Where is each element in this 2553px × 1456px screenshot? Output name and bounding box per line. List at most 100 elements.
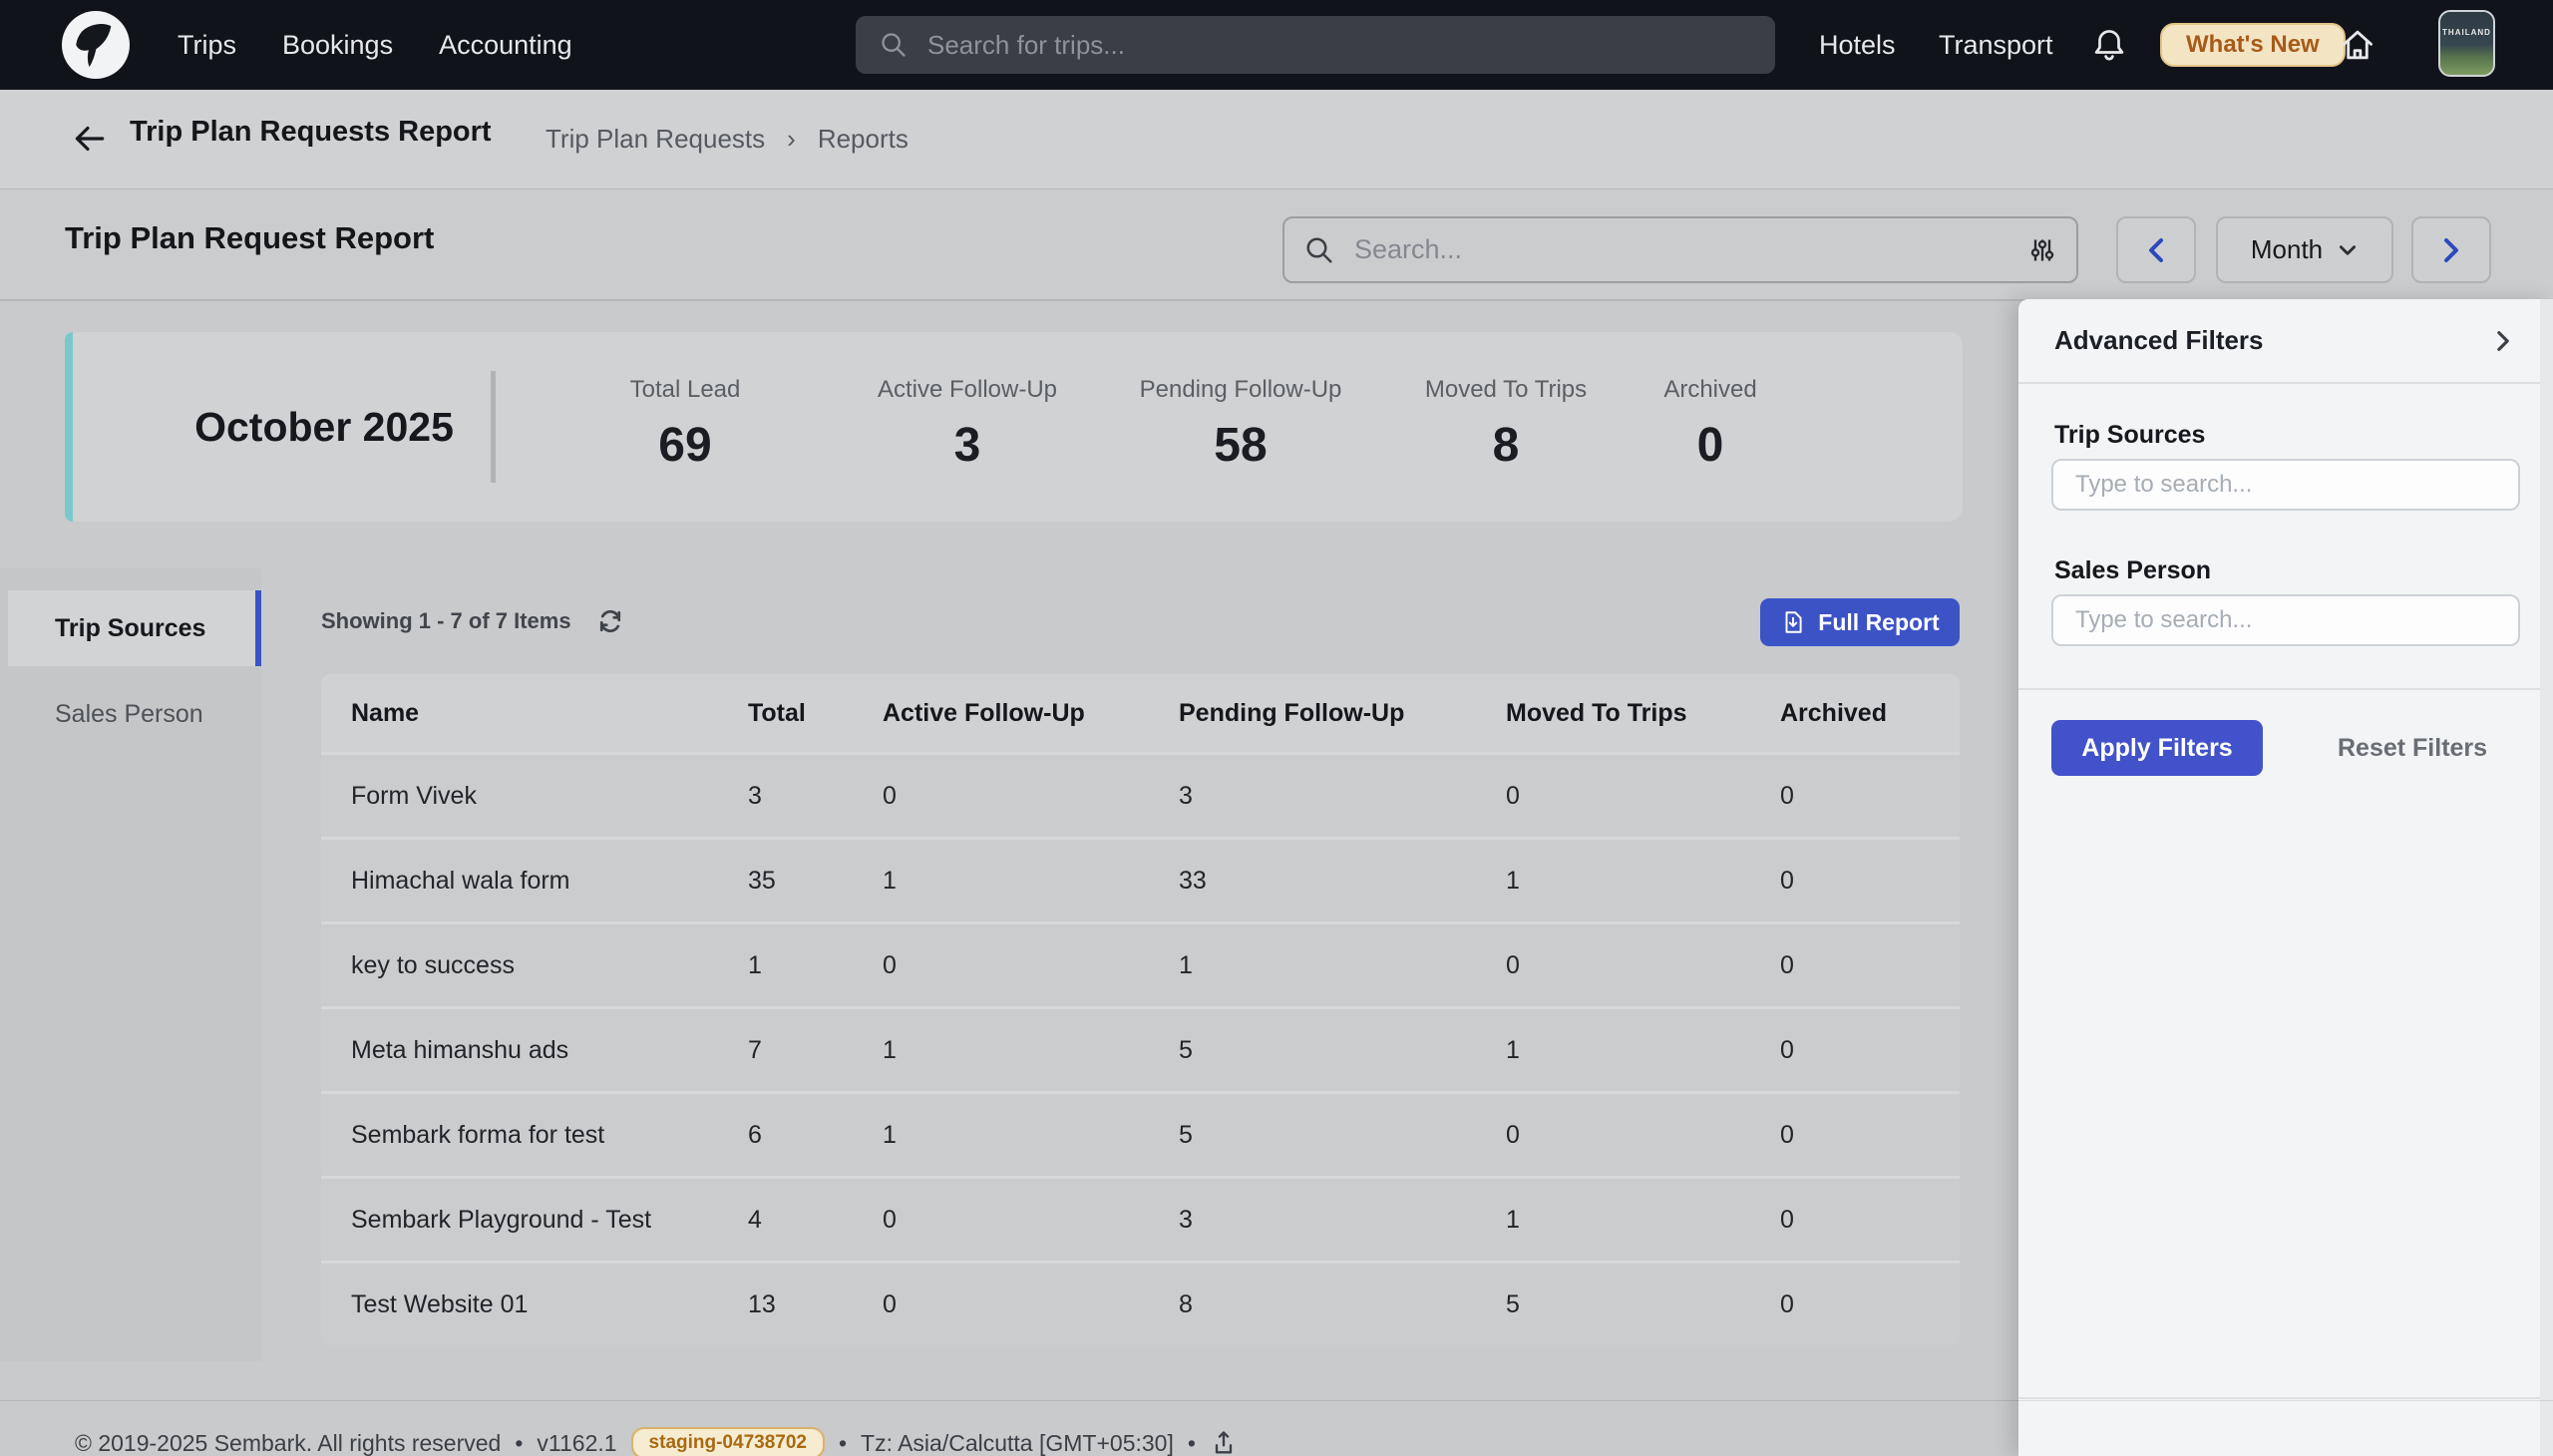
stat-value: 58	[1140, 418, 1342, 473]
stat-label: Total Lead	[630, 376, 741, 404]
nav-item-transport-label: Transport	[1939, 30, 2053, 61]
showing-items-text: Showing 1 - 7 of 7 Items	[321, 608, 571, 634]
cell-moved-to-trips: 0	[1506, 921, 1780, 1006]
summary-period: October 2025	[145, 332, 504, 522]
stat-pending-follow-up: Pending Follow-Up 58	[1140, 376, 1342, 473]
cell-pending-follow-up: 5	[1179, 1006, 1506, 1091]
footer-version: v1162.1	[537, 1430, 616, 1456]
stat-active-follow-up: Active Follow-Up 3	[878, 376, 1057, 473]
filter-label-sales-person: Sales Person	[2054, 556, 2211, 585]
trip-search-box	[856, 16, 1775, 74]
bell-icon	[2090, 26, 2128, 64]
nav-item-accounting[interactable]: Accounting	[439, 30, 572, 61]
summary-accent-bar	[65, 332, 73, 522]
sembark-logo-icon	[62, 11, 130, 79]
cell-moved-to-trips: 5	[1506, 1261, 1780, 1345]
cell-total: 4	[748, 1176, 883, 1261]
advanced-filters-header[interactable]: Advanced Filters	[2018, 299, 2553, 384]
advanced-filters-title: Advanced Filters	[2054, 325, 2264, 356]
summary-divider	[491, 371, 496, 483]
cell-name: Himachal wala form	[321, 837, 748, 921]
cell-active-follow-up: 0	[883, 752, 1179, 837]
stat-label: Active Follow-Up	[878, 376, 1057, 404]
table-header-row: Name Total Active Follow-Up Pending Foll…	[321, 674, 1960, 752]
cell-total: 13	[748, 1261, 883, 1345]
nav-item-transport[interactable]: Transport	[1939, 0, 2053, 90]
back-button[interactable]	[70, 120, 108, 158]
notifications-button[interactable]	[2090, 26, 2128, 64]
next-period-button[interactable]	[2411, 216, 2491, 283]
cell-moved-to-trips: 1	[1506, 1176, 1780, 1261]
nav-item-hotels[interactable]: Hotels	[1819, 0, 1896, 90]
table-row: key to success 1 0 1 0 0	[321, 921, 1960, 1006]
stat-value: 69	[630, 418, 741, 473]
document-download-icon	[1780, 609, 1806, 635]
nav-item-bookings[interactable]: Bookings	[282, 30, 393, 61]
cell-total: 3	[748, 752, 883, 837]
stat-label: Archived	[1663, 376, 1756, 404]
search-icon	[880, 31, 908, 59]
report-search-input[interactable]	[1352, 233, 2010, 266]
tab-trip-sources[interactable]: Trip Sources	[8, 590, 261, 666]
sembark-logo[interactable]	[62, 11, 130, 79]
table-row: Meta himanshu ads 7 1 5 1 0	[321, 1006, 1960, 1091]
chevron-left-icon	[2143, 235, 2169, 265]
cell-active-follow-up: 0	[883, 1261, 1179, 1345]
cell-archived: 0	[1780, 921, 1960, 1006]
chevron-right-icon	[2489, 327, 2517, 355]
full-report-label: Full Report	[1818, 609, 1939, 636]
report-search-box	[1282, 216, 2078, 283]
breadcrumb-bar: Trip Plan Requests Report Trip Plan Requ…	[0, 90, 2553, 189]
page-title: Trip Plan Request Report	[65, 220, 434, 256]
footer-separator: •	[839, 1430, 847, 1456]
arrow-left-icon	[70, 120, 108, 158]
filter-label-trip-sources: Trip Sources	[2054, 421, 2205, 450]
home-button[interactable]	[2338, 25, 2377, 65]
cell-active-follow-up: 0	[883, 1176, 1179, 1261]
filter-sliders-icon[interactable]	[2028, 236, 2056, 264]
filter-sales-person-input[interactable]	[2051, 594, 2520, 646]
cell-moved-to-trips: 0	[1506, 752, 1780, 837]
nav-menu: Trips Bookings Accounting	[178, 0, 572, 90]
breadcrumb-link-trip-plan-requests[interactable]: Trip Plan Requests	[546, 124, 765, 155]
breadcrumb-separator: ›	[787, 124, 796, 155]
table-row: Test Website 01 13 0 8 5 0	[321, 1261, 1960, 1345]
chevron-right-icon	[2438, 235, 2464, 265]
footer-timezone: Tz: Asia/Calcutta [GMT+05:30]	[861, 1430, 1174, 1456]
previous-period-button[interactable]	[2116, 216, 2196, 283]
cell-total: 1	[748, 921, 883, 1006]
reset-filters-label: Reset Filters	[2338, 734, 2487, 763]
filter-trip-sources-input[interactable]	[2051, 459, 2520, 511]
trip-search-input[interactable]	[925, 29, 1751, 62]
cell-archived: 0	[1780, 752, 1960, 837]
drawer-footer-divider	[2018, 1397, 2553, 1399]
period-select[interactable]: Month	[2216, 216, 2393, 283]
user-avatar[interactable]: THAILAND	[2438, 10, 2495, 77]
cell-active-follow-up: 1	[883, 837, 1179, 921]
cell-moved-to-trips: 1	[1506, 837, 1780, 921]
tab-sales-person[interactable]: Sales Person	[0, 676, 261, 752]
drawer-scrollbar-gutter[interactable]	[2540, 299, 2553, 1456]
advanced-filters-drawer: Advanced Filters Trip Sources Sales Pers…	[2018, 299, 2553, 1456]
tab-label: Trip Sources	[55, 614, 205, 643]
stat-label: Moved To Trips	[1425, 376, 1587, 404]
refresh-icon	[595, 606, 625, 636]
column-header-active-follow-up: Active Follow-Up	[883, 674, 1179, 752]
reset-filters-button[interactable]: Reset Filters	[2338, 720, 2487, 776]
footer-separator: •	[515, 1430, 523, 1456]
cell-moved-to-trips: 0	[1506, 1091, 1780, 1176]
drawer-divider	[2018, 688, 2553, 690]
nav-item-trips[interactable]: Trips	[178, 30, 236, 61]
home-icon	[2338, 25, 2377, 65]
column-header-moved-to-trips: Moved To Trips	[1506, 674, 1780, 752]
whats-new-button[interactable]: What's New	[2160, 23, 2346, 67]
apply-filters-button[interactable]: Apply Filters	[2051, 720, 2263, 776]
share-upload-icon[interactable]	[1210, 1429, 1238, 1456]
cell-name: Form Vivek	[321, 752, 748, 837]
cell-moved-to-trips: 1	[1506, 1006, 1780, 1091]
breadcrumb-link-reports[interactable]: Reports	[818, 124, 909, 155]
full-report-button[interactable]: Full Report	[1760, 598, 1960, 646]
cell-name: key to success	[321, 921, 748, 1006]
refresh-button[interactable]	[595, 606, 625, 636]
nav-item-hotels-label: Hotels	[1819, 30, 1896, 61]
